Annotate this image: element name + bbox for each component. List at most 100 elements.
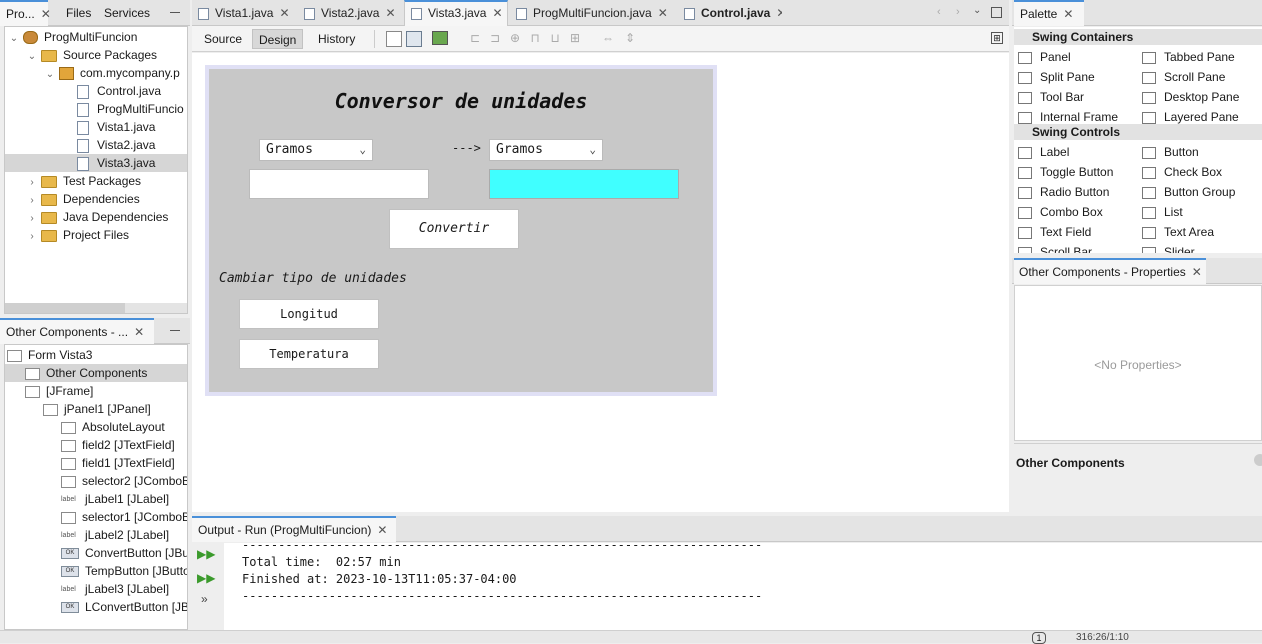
- tab-files[interactable]: Files: [66, 0, 91, 26]
- tab-palette[interactable]: Palette ✕: [1014, 0, 1084, 26]
- center-horizontal-icon[interactable]: ⊕: [507, 31, 523, 47]
- palette-item[interactable]: Slider: [1142, 242, 1195, 253]
- navigator-item[interactable]: field2 [JTextField]: [5, 436, 187, 454]
- field2-textfield[interactable]: [489, 169, 679, 199]
- minimize-icon[interactable]: [170, 324, 182, 336]
- close-icon[interactable]: ✕: [1063, 7, 1073, 21]
- editor-tab[interactable]: Vista3.java ✕: [404, 0, 508, 26]
- tab-services[interactable]: Services: [104, 0, 150, 26]
- tree-item[interactable]: Vista2.java: [5, 136, 187, 154]
- align-left-icon[interactable]: ⊏: [467, 31, 483, 47]
- tree-item[interactable]: › Project Files: [5, 226, 187, 244]
- tab-list-icon[interactable]: ⌄: [973, 5, 981, 16]
- collapsed-arrow-icon[interactable]: ›: [27, 228, 37, 244]
- tree-item[interactable]: Control.java: [5, 82, 187, 100]
- close-icon[interactable]: ✕: [41, 7, 51, 21]
- palette-item[interactable]: Button Group: [1142, 182, 1235, 202]
- field1-textfield[interactable]: [249, 169, 429, 199]
- close-icon[interactable]: ✕: [658, 6, 668, 20]
- tree-item[interactable]: › Dependencies: [5, 190, 187, 208]
- close-icon[interactable]: ✕: [1192, 265, 1202, 279]
- tree-item[interactable]: Vista1.java: [5, 118, 187, 136]
- expanded-arrow-icon[interactable]: ⌄: [27, 48, 37, 64]
- navigator-item[interactable]: label jLabel2 [JLabel]: [5, 526, 187, 544]
- more-icon[interactable]: »: [201, 592, 208, 606]
- tab-output[interactable]: Output - Run (ProgMultiFuncion) ✕: [192, 516, 396, 542]
- align-top-icon[interactable]: ⊓: [527, 31, 543, 47]
- palette-item[interactable]: Text Field: [1018, 222, 1091, 242]
- connection-mode-icon[interactable]: [406, 31, 422, 47]
- tree-item[interactable]: ⌄ ProgMultiFuncion: [5, 28, 187, 46]
- length-button[interactable]: Longitud: [239, 299, 379, 329]
- navigator-item[interactable]: [JFrame]: [5, 382, 187, 400]
- tree-item[interactable]: ⌄ Source Packages: [5, 46, 187, 64]
- close-icon[interactable]: ✕: [134, 325, 144, 339]
- palette-item[interactable]: Radio Button: [1018, 182, 1109, 202]
- palette-item[interactable]: Scroll Bar: [1018, 242, 1092, 253]
- close-icon[interactable]: ✕: [776, 6, 782, 20]
- collapsed-arrow-icon[interactable]: ›: [27, 174, 37, 190]
- align-bottom-icon[interactable]: ⊔: [547, 31, 563, 47]
- tree-item[interactable]: › Java Dependencies: [5, 208, 187, 226]
- expanded-arrow-icon[interactable]: ⌄: [45, 66, 55, 82]
- rerun-icon[interactable]: ▶▶: [197, 547, 215, 561]
- editor-tab[interactable]: Vista2.java ✕: [298, 0, 402, 26]
- source-view-button[interactable]: Source: [198, 29, 248, 49]
- minimize-icon[interactable]: [170, 6, 182, 18]
- scrollbar-thumb[interactable]: [5, 303, 125, 313]
- palette-item[interactable]: Label: [1018, 142, 1069, 162]
- rerun-with-options-icon[interactable]: ▶▶: [197, 571, 215, 585]
- palette-item[interactable]: Button: [1142, 142, 1199, 162]
- scroll-right-icon[interactable]: ›: [956, 6, 960, 18]
- temperature-button[interactable]: Temperatura: [239, 339, 379, 369]
- design-view-button[interactable]: Design: [252, 29, 304, 49]
- tree-item[interactable]: ProgMultiFuncio: [5, 100, 187, 118]
- palette-item[interactable]: Tool Bar: [1018, 87, 1084, 107]
- convert-button[interactable]: Convertir: [389, 209, 519, 249]
- navigator-item[interactable]: selector2 [JComboB: [5, 472, 187, 490]
- selector2-combobox[interactable]: Gramos ⌄: [489, 139, 603, 161]
- palette-item[interactable]: Tabbed Pane: [1142, 47, 1235, 67]
- tab-navigator[interactable]: Other Components - ... ✕: [0, 318, 154, 344]
- expanded-arrow-icon[interactable]: ⌄: [9, 30, 19, 46]
- palette-item[interactable]: Combo Box: [1018, 202, 1103, 222]
- help-icon[interactable]: [1254, 454, 1262, 466]
- navigator-item[interactable]: OK ConvertButton [JBu: [5, 544, 187, 562]
- navigator-item[interactable]: label jLabel1 [JLabel]: [5, 490, 187, 508]
- collapsed-arrow-icon[interactable]: ›: [27, 192, 37, 208]
- selection-mode-icon[interactable]: [386, 31, 402, 47]
- palette-item[interactable]: Panel: [1018, 47, 1071, 67]
- preview-design-icon[interactable]: [432, 31, 448, 45]
- close-icon[interactable]: ✕: [279, 6, 289, 20]
- close-icon[interactable]: ✕: [377, 523, 387, 537]
- palette-item[interactable]: Toggle Button: [1018, 162, 1113, 182]
- palette-category[interactable]: Swing Controls: [1014, 124, 1262, 140]
- tab-projects[interactable]: Pro... ✕: [0, 0, 51, 26]
- history-view-button[interactable]: History: [312, 29, 361, 49]
- editor-tab[interactable]: Control.java ✕: [678, 0, 782, 26]
- close-icon[interactable]: ✕: [385, 6, 395, 20]
- navigator-item[interactable]: AbsoluteLayout: [5, 418, 187, 436]
- center-vertical-icon[interactable]: ⊞: [567, 31, 583, 47]
- navigator-item[interactable]: jPanel1 [JPanel]: [5, 400, 187, 418]
- navigator-item[interactable]: field1 [JTextField]: [5, 454, 187, 472]
- navigator-item[interactable]: Other Components: [5, 364, 187, 382]
- navigator-item[interactable]: OK LConvertButton [JB: [5, 598, 187, 616]
- resize-vertical-icon[interactable]: ⇕: [622, 31, 638, 47]
- tree-item[interactable]: Vista3.java: [5, 154, 187, 172]
- expand-icon[interactable]: ⊞: [991, 32, 1003, 44]
- tree-item[interactable]: › Test Packages: [5, 172, 187, 190]
- navigator-item[interactable]: label jLabel3 [JLabel]: [5, 580, 187, 598]
- palette-item[interactable]: Check Box: [1142, 162, 1222, 182]
- palette-item[interactable]: Scroll Pane: [1142, 67, 1225, 87]
- form-jpanel[interactable]: Conversor de unidades Gramos ⌄ ---> Gram…: [205, 65, 717, 396]
- navigator-item[interactable]: Form Vista3: [5, 346, 187, 364]
- maximize-icon[interactable]: [991, 7, 1002, 18]
- editor-tab[interactable]: Vista1.java ✕: [192, 0, 296, 26]
- collapsed-arrow-icon[interactable]: ›: [27, 210, 37, 226]
- close-icon[interactable]: ✕: [492, 6, 502, 20]
- palette-item[interactable]: Split Pane: [1018, 67, 1095, 87]
- horizontal-scrollbar[interactable]: [5, 303, 187, 313]
- notifications-badge[interactable]: 1: [1032, 632, 1046, 644]
- selector1-combobox[interactable]: Gramos ⌄: [259, 139, 373, 161]
